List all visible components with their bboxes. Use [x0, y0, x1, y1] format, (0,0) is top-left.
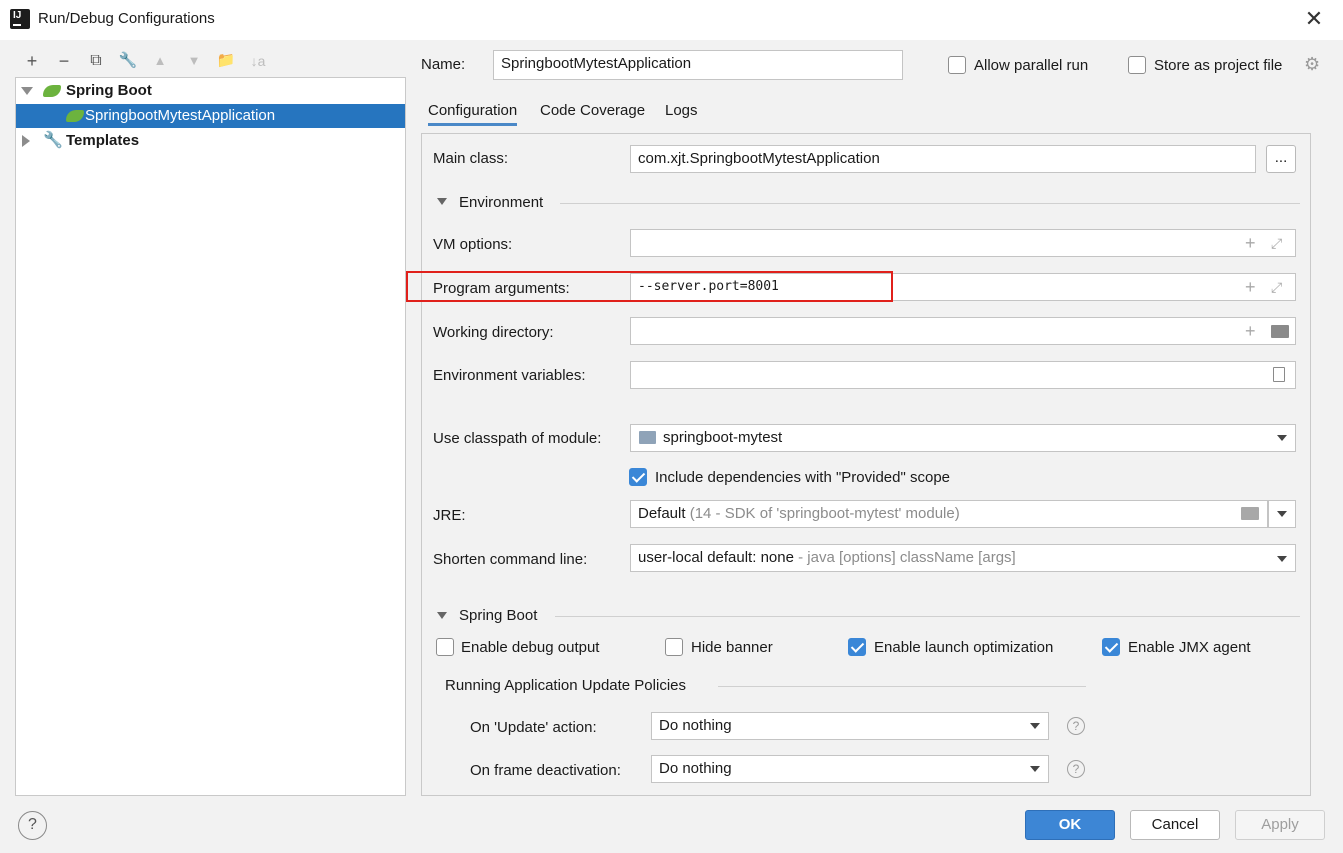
- window-title: Run/Debug Configurations: [38, 10, 215, 27]
- section-divider: [718, 686, 1086, 687]
- spring-boot-collapse-icon[interactable]: [437, 612, 447, 619]
- ok-button[interactable]: OK: [1025, 810, 1115, 840]
- chevron-down-icon[interactable]: [1277, 556, 1287, 562]
- help-icon[interactable]: ?: [1067, 760, 1085, 778]
- expand-icon[interactable]: ⤢: [1271, 235, 1282, 252]
- browse-main-class-button[interactable]: ...: [1266, 145, 1296, 173]
- chevron-down-icon[interactable]: [1277, 511, 1287, 517]
- expand-arrow-icon[interactable]: [21, 87, 33, 95]
- allow-parallel-label: Allow parallel run: [974, 57, 1089, 74]
- shorten-command-line-label: Shorten command line:: [433, 551, 588, 568]
- expand-icon[interactable]: ⤢: [1271, 279, 1282, 296]
- jre-value: Default: [638, 505, 686, 522]
- on-frame-deactivation-label: On frame deactivation:: [470, 762, 621, 779]
- environment-variables-label: Environment variables:: [433, 367, 586, 384]
- working-directory-input[interactable]: [630, 317, 1296, 345]
- tree-item-springboot-mytest-application[interactable]: SpringbootMytestApplication: [16, 104, 405, 128]
- jre-hint: (14 - SDK of 'springboot-mytest' module): [689, 505, 960, 522]
- collapse-arrow-icon[interactable]: [22, 135, 30, 147]
- classpath-module-select[interactable]: springboot-mytest: [630, 424, 1296, 452]
- tree-item-label: SpringbootMytestApplication: [85, 107, 276, 124]
- section-divider: [555, 616, 1300, 617]
- jre-label: JRE:: [433, 507, 466, 524]
- plus-icon[interactable]: +: [1245, 277, 1256, 298]
- classpath-module-label: Use classpath of module:: [433, 430, 602, 447]
- enable-debug-output-checkbox[interactable]: [436, 638, 454, 656]
- shorten-command-line-select[interactable]: user-local default: none - java [options…: [630, 544, 1296, 572]
- intellij-app-icon: IJ: [8, 7, 30, 29]
- spring-boot-icon: [43, 85, 61, 97]
- jre-input[interactable]: Default (14 - SDK of 'springboot-mytest'…: [630, 500, 1268, 528]
- tree-group-label: Templates: [66, 132, 140, 149]
- apply-button[interactable]: Apply: [1235, 810, 1325, 840]
- folder-icon[interactable]: [1271, 325, 1289, 338]
- enable-launch-optimization-label: Enable launch optimization: [874, 639, 1054, 656]
- environment-collapse-icon[interactable]: [437, 198, 447, 205]
- enable-launch-optimization-checkbox[interactable]: [848, 638, 866, 656]
- wrench-icon: 🔧: [43, 132, 63, 149]
- wrench-icon[interactable]: 🔧: [116, 50, 140, 72]
- enable-jmx-agent-label: Enable JMX agent: [1128, 639, 1251, 656]
- sort-icon[interactable]: ↓a: [246, 50, 270, 72]
- help-icon[interactable]: ?: [1067, 717, 1085, 735]
- move-down-icon[interactable]: ▼: [182, 50, 206, 72]
- vm-options-label: VM options:: [433, 236, 513, 253]
- hide-banner-label: Hide banner: [691, 639, 773, 656]
- configuration-tree[interactable]: Spring Boot SpringbootMytestApplication …: [15, 77, 406, 796]
- chevron-down-icon[interactable]: [1030, 766, 1040, 772]
- plus-icon[interactable]: +: [1245, 321, 1256, 342]
- folder-icon[interactable]: [1241, 507, 1259, 520]
- chevron-down-icon[interactable]: [1277, 435, 1287, 441]
- include-dependencies-checkbox[interactable]: [629, 468, 647, 486]
- module-folder-icon: [639, 431, 656, 444]
- tree-group-templates[interactable]: 🔧 Templates: [16, 129, 405, 153]
- remove-icon[interactable]: −: [52, 50, 76, 72]
- edit-list-icon[interactable]: [1273, 367, 1285, 382]
- update-policies-section-title: Running Application Update Policies: [445, 677, 686, 694]
- vm-options-input[interactable]: [630, 229, 1296, 257]
- gear-icon[interactable]: ⚙: [1304, 54, 1320, 75]
- on-update-label: On 'Update' action:: [470, 719, 597, 736]
- folder-add-icon[interactable]: 📁: [214, 50, 238, 72]
- tree-group-label: Spring Boot: [66, 82, 152, 99]
- section-divider: [560, 203, 1300, 204]
- shorten-value: user-local default: none: [638, 549, 794, 566]
- working-directory-label: Working directory:: [433, 324, 554, 341]
- add-icon[interactable]: +: [20, 50, 44, 72]
- chevron-down-icon[interactable]: [1030, 723, 1040, 729]
- highlight-box: [406, 271, 893, 302]
- move-up-icon[interactable]: ▲: [148, 50, 172, 72]
- spring-boot-section-title: Spring Boot: [459, 607, 538, 624]
- shorten-hint: - java [options] className [args]: [798, 549, 1016, 566]
- store-project-file-checkbox[interactable]: [1128, 56, 1146, 74]
- help-button[interactable]: ?: [18, 811, 47, 840]
- on-frame-deactivation-select[interactable]: Do nothing: [651, 755, 1049, 783]
- spring-boot-icon: [66, 110, 84, 122]
- enable-debug-output-label: Enable debug output: [461, 639, 600, 656]
- plus-icon[interactable]: +: [1245, 233, 1256, 254]
- tab-configuration[interactable]: Configuration: [428, 102, 518, 126]
- hide-banner-checkbox[interactable]: [665, 638, 683, 656]
- tab-logs[interactable]: Logs: [665, 102, 698, 119]
- environment-variables-input[interactable]: [630, 361, 1296, 389]
- main-class-label: Main class:: [433, 150, 509, 167]
- cancel-button[interactable]: Cancel: [1130, 810, 1220, 840]
- name-label: Name:: [421, 56, 466, 73]
- close-icon[interactable]: ✕: [1302, 6, 1326, 32]
- copy-icon[interactable]: ⧉: [84, 50, 108, 72]
- on-update-select[interactable]: Do nothing: [651, 712, 1049, 740]
- include-dependencies-label: Include dependencies with "Provided" sco…: [655, 469, 951, 486]
- tree-group-spring-boot[interactable]: Spring Boot: [16, 79, 405, 103]
- enable-jmx-agent-checkbox[interactable]: [1102, 638, 1120, 656]
- main-class-input[interactable]: com.xjt.SpringbootMytestApplication: [630, 145, 1256, 173]
- environment-section-title: Environment: [459, 194, 544, 211]
- allow-parallel-checkbox[interactable]: [948, 56, 966, 74]
- name-input[interactable]: SpringbootMytestApplication: [493, 50, 903, 80]
- tab-code-coverage[interactable]: Code Coverage: [540, 102, 645, 119]
- store-project-file-label: Store as project file: [1154, 57, 1283, 74]
